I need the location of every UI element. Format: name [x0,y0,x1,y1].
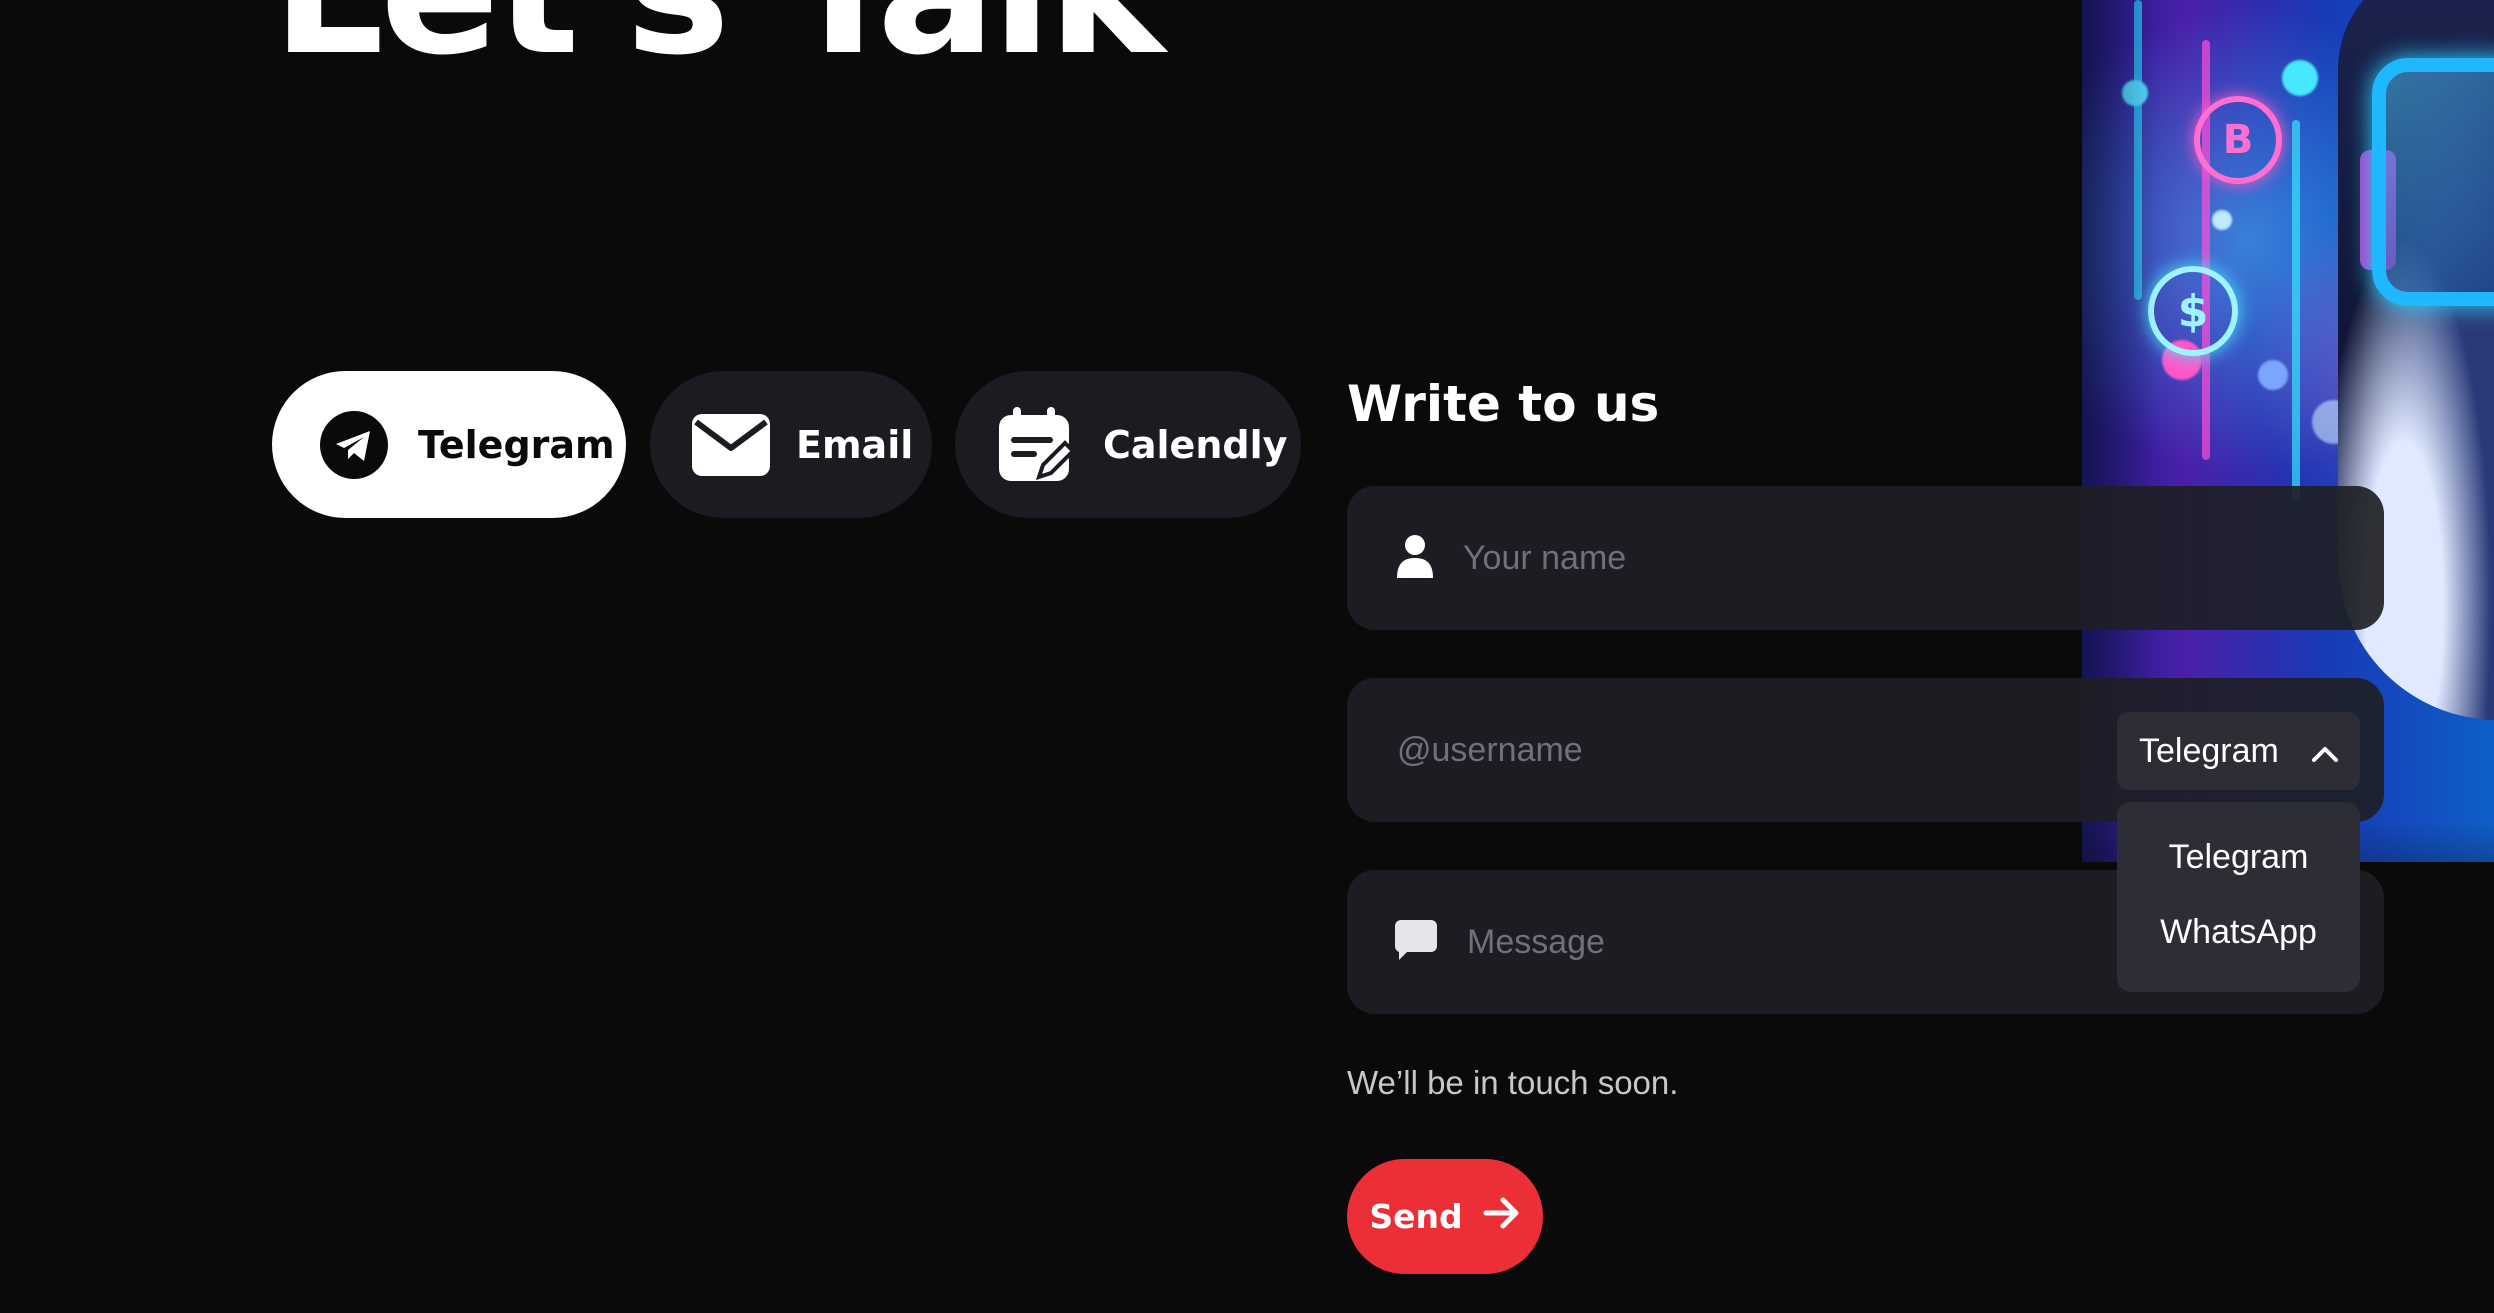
messenger-select[interactable]: Telegram [2117,712,2360,790]
dollar-coin-icon: $ [2148,266,2238,356]
name-input[interactable] [1461,537,2065,579]
send-button[interactable]: Send [1347,1159,1543,1274]
email-button-label: Email [796,422,914,467]
arrow-right-icon [1483,1197,1521,1237]
calendar-edit-icon [999,406,1075,483]
name-field [1347,486,2384,630]
username-input[interactable] [1395,729,1999,771]
dropdown-option-telegram[interactable]: Telegram [2117,832,2360,892]
form-title: Write to us [1347,375,1660,433]
messenger-dropdown: Telegram WhatsApp [2117,802,2360,992]
calendly-button[interactable]: Calendly [955,371,1301,518]
telegram-icon [320,410,388,479]
chat-bubble-icon [1394,919,1437,965]
email-button[interactable]: Email [650,371,932,518]
envelope-icon [692,413,770,476]
message-input[interactable] [1465,921,2069,963]
telegram-button[interactable]: Telegram [272,371,626,518]
goggles-illustration [2372,58,2494,306]
bitcoin-coin-icon: B [2194,96,2282,184]
messenger-select-value: Telegram [2139,731,2279,770]
send-button-label: Send [1369,1197,1463,1236]
user-icon [1397,534,1433,583]
calendly-button-label: Calendly [1103,422,1288,467]
chevron-up-icon [2312,732,2338,771]
telegram-button-label: Telegram [418,422,615,467]
form-note: We’ll be in touch soon. [1347,1064,1679,1101]
dropdown-option-whatsapp[interactable]: WhatsApp [2117,892,2360,972]
page-title: Let's Talk [272,0,1165,80]
